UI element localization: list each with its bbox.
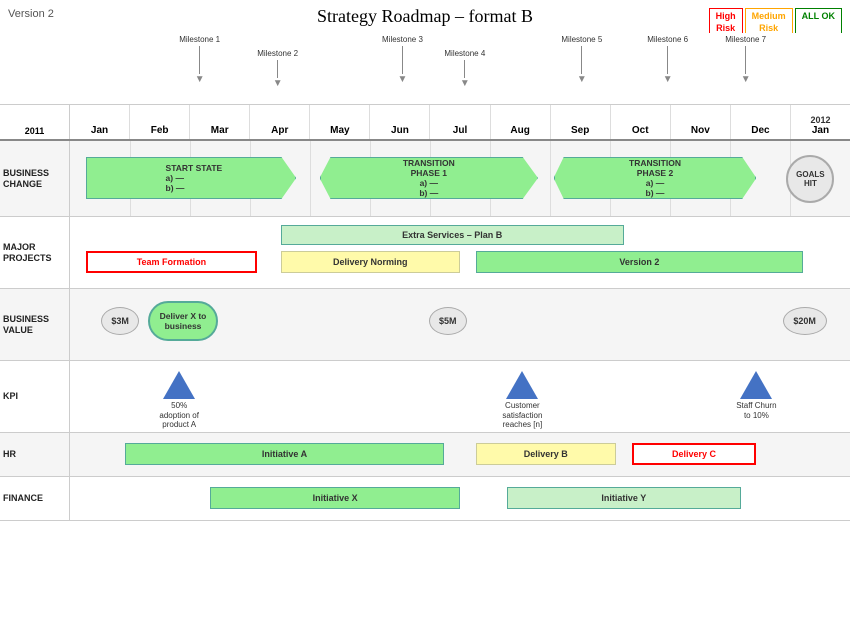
- major-projects-content: Extra Services – Plan B Team Formation D…: [70, 217, 850, 288]
- finance-label: FINANCE: [0, 477, 70, 520]
- milestone-2: Milestone 2 ▼: [257, 49, 298, 89]
- version2-bar: Version 2: [476, 251, 804, 273]
- year-left-label: 2011: [25, 126, 45, 136]
- header: Version 2 Strategy Roadmap – format B Hi…: [0, 0, 850, 33]
- major-projects-label: MAJORPROJECTS: [0, 217, 70, 288]
- hr-row: HR Initiative A Delivery B Delivery C: [0, 433, 850, 477]
- version-label: Version 2: [8, 8, 54, 20]
- value-5m: $5M: [429, 307, 467, 335]
- milestone-4: Milestone 4 ▼: [444, 49, 485, 89]
- kpi-row: KPI 50%adoption ofproduct A Customersati…: [0, 361, 850, 433]
- business-value-label: BUSINESSVALUE: [0, 289, 70, 360]
- milestone-1: Milestone 1 ▼: [179, 35, 220, 85]
- finance-row: FINANCE Initiative X Initiative Y: [0, 477, 850, 521]
- month-sep: Sep: [551, 105, 611, 139]
- initiative-x-bar: Initiative X: [210, 487, 460, 509]
- deliver-x-oval: Deliver X tobusiness: [148, 301, 218, 341]
- month-oct: Oct: [611, 105, 671, 139]
- kpi-label-2: Customersatisfactionreaches [n]: [492, 401, 552, 430]
- value-20m: $20M: [783, 307, 827, 335]
- month-aug: Aug: [491, 105, 551, 139]
- major-projects-row: MAJORPROJECTS Extra Services – Plan B Te…: [0, 217, 850, 289]
- extra-services-bar: Extra Services – Plan B: [281, 225, 624, 245]
- timeline-header: 2011 Jan Feb Mar Apr May Jun Jul Aug Sep…: [0, 105, 850, 141]
- month-apr: Apr: [250, 105, 310, 139]
- milestones-area: Milestone 1 ▼ Milestone 2 ▼ Milestone 3 …: [0, 33, 850, 105]
- month-feb: Feb: [130, 105, 190, 139]
- delivery-b-bar: Delivery B: [476, 443, 616, 465]
- milestone-5: Milestone 5 ▼: [561, 35, 602, 85]
- month-dec: Dec: [731, 105, 791, 139]
- business-change-label: BUSINESSCHANGE: [0, 141, 70, 216]
- initiative-a-bar: Initiative A: [125, 443, 445, 465]
- goals-hit-circle: GOALSHIT: [786, 155, 834, 203]
- page: Version 2 Strategy Roadmap – format B Hi…: [0, 0, 850, 643]
- month-jun: Jun: [370, 105, 430, 139]
- hr-label: HR: [0, 433, 70, 476]
- content-area: BUSINESSCHANGE START STATEa) —b) —: [0, 141, 850, 643]
- kpi-label-1: 50%adoption ofproduct A: [153, 401, 205, 430]
- team-formation-bar: Team Formation: [86, 251, 258, 273]
- milestone-7: Milestone 7 ▼: [725, 35, 766, 85]
- transition1-shape: TRANSITIONPHASE 1a) —b) —: [320, 157, 538, 199]
- business-value-content: $3M Deliver X tobusiness $5M $20M: [70, 289, 850, 360]
- kpi-content: 50%adoption ofproduct A Customersatisfac…: [70, 361, 850, 432]
- months-row: Jan Feb Mar Apr May Jun Jul Aug Sep Oct …: [70, 105, 850, 139]
- month-jan: Jan: [70, 105, 130, 139]
- month-may: May: [310, 105, 370, 139]
- hr-content: Initiative A Delivery B Delivery C: [70, 433, 850, 476]
- business-value-row: BUSINESSVALUE $3M Deliver X tobusiness $…: [0, 289, 850, 361]
- transition2-shape: TRANSITIONPHASE 2a) —b) —: [554, 157, 757, 199]
- milestone-6: Milestone 6 ▼: [647, 35, 688, 85]
- business-change-row: BUSINESSCHANGE START STATEa) —b) —: [0, 141, 850, 217]
- month-jan2: 2012 Jan: [791, 105, 850, 139]
- kpi-label-3: Staff Churnto 10%: [730, 401, 782, 420]
- initiative-y-bar: Initiative Y: [507, 487, 741, 509]
- milestone-3: Milestone 3 ▼: [382, 35, 423, 85]
- delivery-c-bar: Delivery C: [632, 443, 757, 465]
- kpi-label: KPI: [0, 361, 70, 432]
- start-state-shape: START STATEa) —b) —: [86, 157, 297, 199]
- delivery-norming-bar: Delivery Norming: [281, 251, 460, 273]
- month-jul: Jul: [430, 105, 490, 139]
- month-nov: Nov: [671, 105, 731, 139]
- business-change-content: START STATEa) —b) — TRANSITIONPHASE 1a) …: [70, 141, 850, 216]
- finance-content: Initiative X Initiative Y: [70, 477, 850, 520]
- year-right-label: 2012: [791, 115, 850, 125]
- value-3m: $3M: [101, 307, 139, 335]
- month-mar: Mar: [190, 105, 250, 139]
